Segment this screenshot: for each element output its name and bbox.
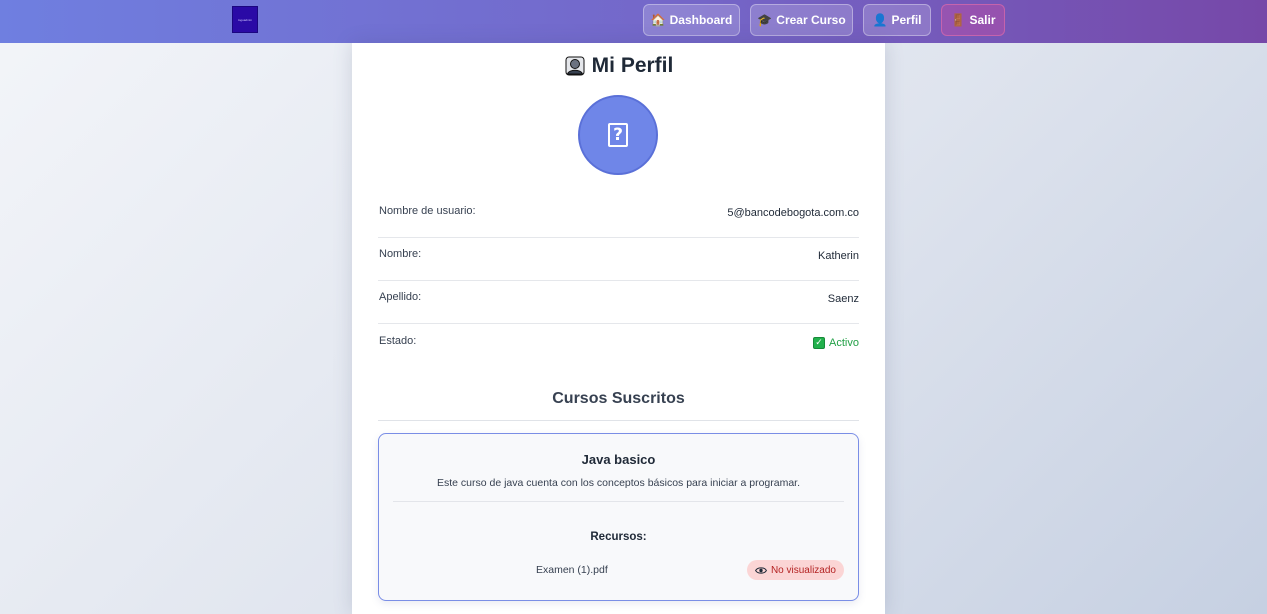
last-name-label: Apellido: (379, 291, 422, 303)
logo[interactable]: logoadmin (232, 6, 258, 33)
checkmark-icon: ✓ (813, 337, 826, 349)
info-row-first-name: Nombre: Katherin (378, 238, 859, 281)
top-navbar: logoadmin 🏠 Dashboard 🎓 Crear Curso 👤 Pe… (0, 0, 1267, 43)
subscribed-courses-heading: Cursos Suscritos (552, 390, 685, 407)
last-name-value: Saenz (827, 293, 859, 305)
create-course-button-label: Crear Curso (776, 13, 846, 27)
status-text: Activo (829, 337, 859, 349)
resource-file-link[interactable]: Examen (1).pdf (536, 564, 608, 576)
page-title: Mi Perfil (352, 51, 885, 81)
profile-button[interactable]: 👤 Perfil (863, 4, 931, 36)
status-label: Estado: (379, 335, 417, 347)
graduation-cap-icon: 🎓 (757, 13, 773, 27)
eye-icon (754, 566, 767, 574)
course-card: Java basico Este curso de java cuenta co… (378, 433, 859, 601)
course-divider (393, 501, 844, 502)
section-divider (378, 420, 859, 421)
resource-status-badge: No visualizado (746, 560, 844, 580)
info-row-username: Nombre de usuario: 5@bancodebogota.com.c… (378, 195, 859, 238)
logout-button[interactable]: 🚪 Salir (941, 4, 1005, 36)
course-title: Java basico (581, 452, 656, 467)
logo-text: logoadmin (238, 17, 252, 22)
profile-button-label: Perfil (891, 13, 922, 27)
resource-row: Examen (1).pdf No visualizado (379, 558, 858, 582)
dashboard-button-label: Dashboard (669, 13, 733, 27)
resource-status-text: No visualizado (770, 564, 836, 576)
info-row-status: Estado: ✓ Activo (378, 325, 859, 368)
username-value: 5@bancodebogota.com.co (727, 207, 859, 219)
first-name-label: Nombre: (379, 248, 422, 260)
course-description: Este curso de java cuenta con los concep… (436, 477, 801, 489)
dashboard-button[interactable]: 🏠 Dashboard (643, 4, 740, 36)
logout-button-label: Salir (969, 13, 996, 27)
house-icon: 🏠 (650, 13, 666, 27)
avatar: ? (578, 95, 658, 175)
username-label: Nombre de usuario: (379, 205, 476, 217)
door-icon: 🚪 (950, 13, 966, 27)
page-title-text: Mi Perfil (591, 54, 674, 77)
info-row-last-name: Apellido: Saenz (378, 281, 859, 324)
person-icon: 👤 (872, 13, 888, 27)
avatar-placeholder-icon: ? (608, 123, 628, 147)
create-course-button[interactable]: 🎓 Crear Curso (750, 4, 853, 36)
first-name-value: Katherin (818, 250, 859, 262)
status-value: ✓ Activo (813, 337, 859, 349)
user-avatar-icon (565, 56, 585, 76)
resources-heading: Recursos: (590, 531, 647, 543)
profile-card: Mi Perfil ? Nombre de usuario: 5@bancode… (352, 43, 885, 614)
